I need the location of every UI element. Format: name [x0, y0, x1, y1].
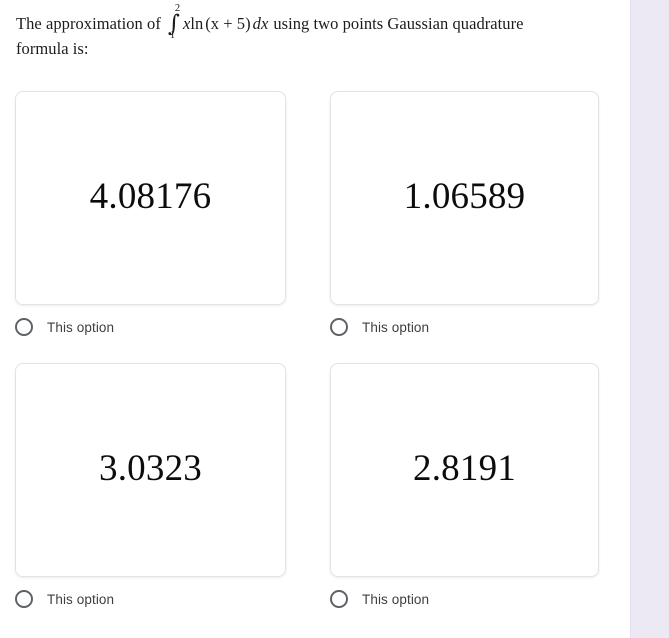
- answer-option-2-value: 1.06589: [403, 175, 526, 217]
- answer-option-1-card[interactable]: 4.08176: [15, 91, 286, 305]
- answer-option-3[interactable]: 3.0323 This option: [15, 363, 286, 610]
- question-second-line: formula is:: [16, 39, 89, 58]
- integrand-argument: (x + 5): [205, 14, 251, 33]
- answer-option-2[interactable]: 1.06589 This option: [330, 91, 599, 338]
- radio-unselected-icon-1[interactable]: [15, 318, 33, 336]
- answer-option-3-choice[interactable]: This option: [15, 588, 286, 610]
- answer-option-1-value: 4.08176: [89, 175, 212, 217]
- answer-option-3-label[interactable]: This option: [47, 592, 114, 607]
- question-content-area: The approximation of ∫ 2 1 xln (x + 5) dx using…: [0, 0, 630, 638]
- answer-option-1-choice[interactable]: This option: [15, 316, 286, 338]
- answer-option-2-label[interactable]: This option: [362, 320, 429, 335]
- answer-option-4-choice[interactable]: This option: [330, 588, 599, 610]
- answer-option-4-label[interactable]: This option: [362, 592, 429, 607]
- question-lead-text: The approximation of: [16, 14, 161, 33]
- differential: dx: [252, 14, 269, 33]
- page-gutter: [630, 0, 669, 638]
- answer-option-1[interactable]: 4.08176 This option: [15, 91, 286, 338]
- answer-option-1-label[interactable]: This option: [47, 320, 114, 335]
- answer-option-4[interactable]: 2.8191 This option: [330, 363, 599, 610]
- radio-unselected-icon-4[interactable]: [330, 590, 348, 608]
- radio-unselected-icon-2[interactable]: [330, 318, 348, 336]
- answer-option-2-card[interactable]: 1.06589: [330, 91, 599, 305]
- question-trailing-text: using two points Gaussian quadrature: [273, 14, 524, 33]
- answer-option-3-value: 3.0323: [99, 447, 202, 489]
- integral-expression: ∫ 2 1 xln (x + 5) dx: [167, 3, 269, 41]
- integrand-function: ln: [190, 14, 204, 33]
- answer-option-4-card[interactable]: 2.8191: [330, 363, 599, 577]
- question-stem: The approximation of ∫ 2 1 xln (x + 5) dx using…: [16, 3, 606, 61]
- radio-unselected-icon-3[interactable]: [15, 590, 33, 608]
- answer-option-2-choice[interactable]: This option: [330, 316, 599, 338]
- answer-option-3-card[interactable]: 3.0323: [15, 363, 286, 577]
- answer-option-4-value: 2.8191: [413, 447, 516, 489]
